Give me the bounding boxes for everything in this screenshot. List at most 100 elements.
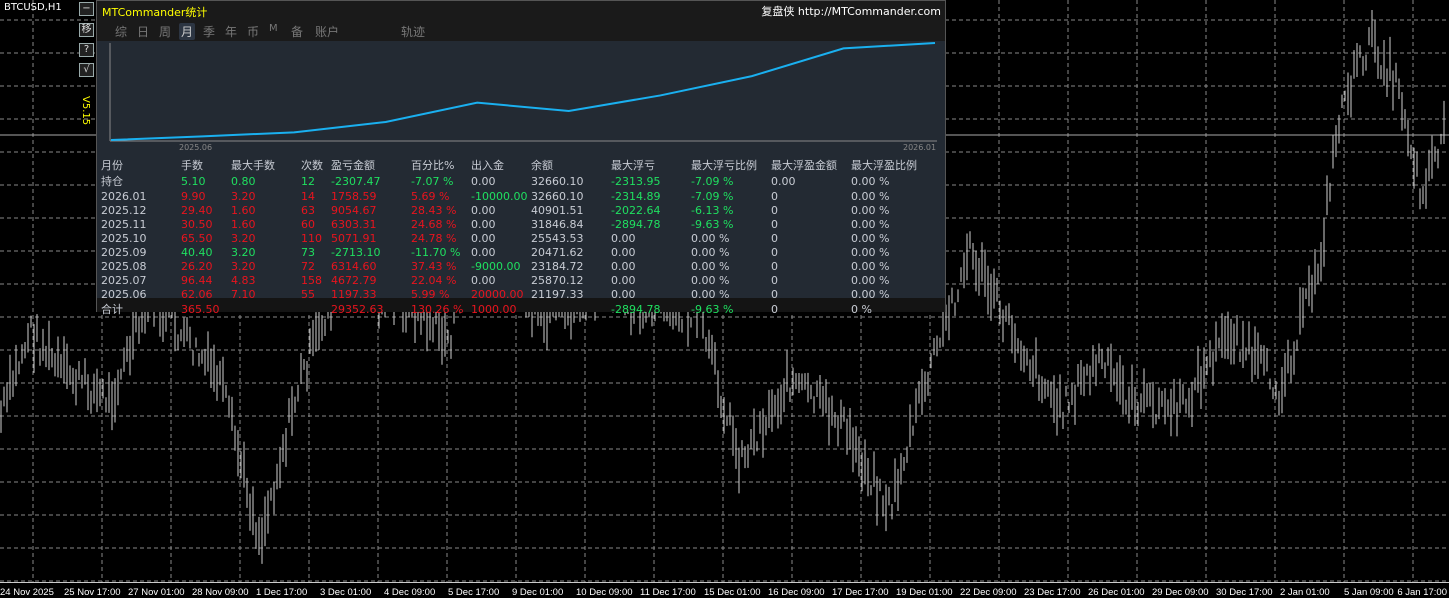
monthly-stats-table: 月份 手数 最大手数 次数 盈亏金额 百分比% 出入金 余额 最大浮亏 最大浮亏比例 最大浮盈金额 最… [101, 157, 931, 317]
cell: 0.00 % [851, 287, 890, 301]
cell [231, 301, 301, 317]
cell: 0.00 % [691, 259, 730, 273]
cell: 9.90 [181, 189, 206, 203]
cell: 3.20 [231, 245, 256, 259]
time-label: 26 Dec 01:00 [1088, 587, 1145, 598]
cell: 3.20 [231, 259, 256, 273]
cell: 2025.07 [101, 273, 147, 287]
cell: 3.20 [231, 231, 256, 245]
time-label: 1 Dec 17:00 [256, 587, 308, 598]
cell: 手数 [181, 159, 203, 172]
cell: 0 [771, 245, 778, 259]
cell: 73 [301, 245, 315, 259]
cell: 0 [771, 217, 778, 231]
cell: 0.00 [611, 231, 636, 245]
tab-9[interactable]: 账户 [313, 23, 341, 40]
cell: 0.00 % [851, 259, 890, 273]
cell: 25543.53 [531, 231, 584, 245]
cell: 29352.63 [331, 302, 384, 316]
tab-0[interactable]: 综 [113, 23, 129, 40]
tab-1[interactable]: 日 [135, 23, 151, 40]
cell: -9000.00 [471, 259, 521, 273]
brand-link[interactable]: 复盘侠 http://MTCommander.com [761, 3, 941, 19]
cell: 持仓 [101, 175, 123, 188]
cell: -7.07 % [411, 174, 454, 188]
cell: 最大浮亏比例 [691, 159, 757, 172]
cell: 22.04 % [411, 273, 457, 287]
cell: 2025.11 [101, 217, 147, 231]
cell: 26.20 [181, 259, 213, 273]
cell: 次数 [301, 159, 323, 172]
cell: 0.00 % [851, 217, 890, 231]
cell: 1758.59 [331, 189, 377, 203]
cell: 7.10 [231, 287, 256, 301]
time-label: 5 Dec 17:00 [448, 587, 500, 598]
cell: 2025.08 [101, 259, 147, 273]
cell: 0.00 % [851, 273, 890, 287]
help-button[interactable]: ? [79, 43, 94, 57]
cell: 0.00 [471, 174, 496, 188]
minimize-button[interactable]: − [79, 2, 94, 16]
cell: 365.50 [181, 302, 220, 316]
cell: 1.60 [231, 203, 256, 217]
cell: 0.00 % [851, 189, 890, 203]
cell: 2025.10 [101, 231, 147, 245]
cell: -9.63 % [691, 217, 734, 231]
tab-6[interactable]: 币 [245, 23, 261, 40]
cell: 29.40 [181, 203, 213, 217]
cell: 0.80 [231, 174, 256, 188]
tab-7[interactable]: M [267, 23, 280, 34]
cell: 6303.31 [331, 217, 377, 231]
cell: 14 [301, 189, 315, 203]
cell: -11.70 % [411, 245, 461, 259]
cell: 20471.62 [531, 245, 584, 259]
equity-curve-line [110, 42, 936, 141]
panel-titlebar[interactable]: MTCommander统计 复盘侠 http://MTCommander.com [97, 1, 945, 19]
cell: 0.00 % [851, 245, 890, 259]
cell: -2894.78 [611, 217, 661, 231]
cell: 0.00 [471, 231, 496, 245]
tab-2[interactable]: 周 [157, 23, 173, 40]
cell: 0 [771, 203, 778, 217]
cell: 0.00 [611, 245, 636, 259]
cell: 0.00 [471, 217, 496, 231]
cell: 0.00 [611, 287, 636, 301]
cell: 4672.79 [331, 273, 377, 287]
cell: 96.44 [181, 273, 213, 287]
curve-end-label: 2026.01 [903, 143, 936, 151]
table-row: 2025.06 62.06 7.10 55 1197.33 5.99 % 20000.00 2… [101, 287, 931, 301]
cell: -7.09 % [691, 174, 734, 188]
tab-3[interactable]: 月 [179, 23, 196, 40]
cell: 21197.33 [531, 287, 584, 301]
period-tabs: 综日周月季年币 M 备账户 轨迹 [97, 19, 945, 41]
table-row: 2025.08 26.20 3.20 72 6314.60 37.43 % -9000.00… [101, 259, 931, 273]
stats-panel: MTCommander统计 复盘侠 http://MTCommander.com… [96, 0, 946, 316]
time-label: 22 Dec 09:00 [960, 587, 1017, 598]
table-row: 2025.12 29.40 1.60 63 9054.67 28.43 % 0.00 4090… [101, 203, 931, 217]
cell: 37.43 % [411, 259, 457, 273]
table-row: 2025.11 30.50 1.60 60 6303.31 24.68 % 0.00 3184… [101, 217, 931, 231]
cell: 9054.67 [331, 203, 377, 217]
cell: 1197.33 [331, 287, 377, 301]
move-button[interactable]: 移 [79, 23, 94, 37]
cell: 0.00 % [691, 273, 730, 287]
equity-curve-chart: 2025.06 2026.01 [109, 42, 937, 151]
table-row: 2025.10 65.50 3.20 110 5071.91 24.78 % 0.00 255… [101, 231, 931, 245]
tab-10[interactable]: 轨迹 [399, 23, 427, 40]
cell: -2894.78 [611, 302, 661, 316]
tab-5[interactable]: 年 [223, 23, 239, 40]
time-label: 15 Dec 01:00 [704, 587, 761, 598]
cell: 31846.84 [531, 217, 584, 231]
cell: 0.00 [771, 174, 796, 188]
tab-8[interactable]: 备 [289, 23, 305, 40]
cell: 0.00 % [691, 245, 730, 259]
confirm-button[interactable]: √ [79, 63, 94, 77]
cell: 最大浮盈比例 [851, 159, 917, 172]
tab-4[interactable]: 季 [201, 23, 217, 40]
time-label: 4 Dec 09:00 [384, 587, 436, 598]
cell: -2713.10 [331, 245, 381, 259]
cell: 28.43 % [411, 203, 457, 217]
cell: 0.00 [611, 273, 636, 287]
table-row: 持仓 5.10 0.80 12 -2307.47 -7.07 % 0.00 32660.10 -… [101, 173, 931, 189]
cell: 2025.06 [101, 287, 147, 301]
